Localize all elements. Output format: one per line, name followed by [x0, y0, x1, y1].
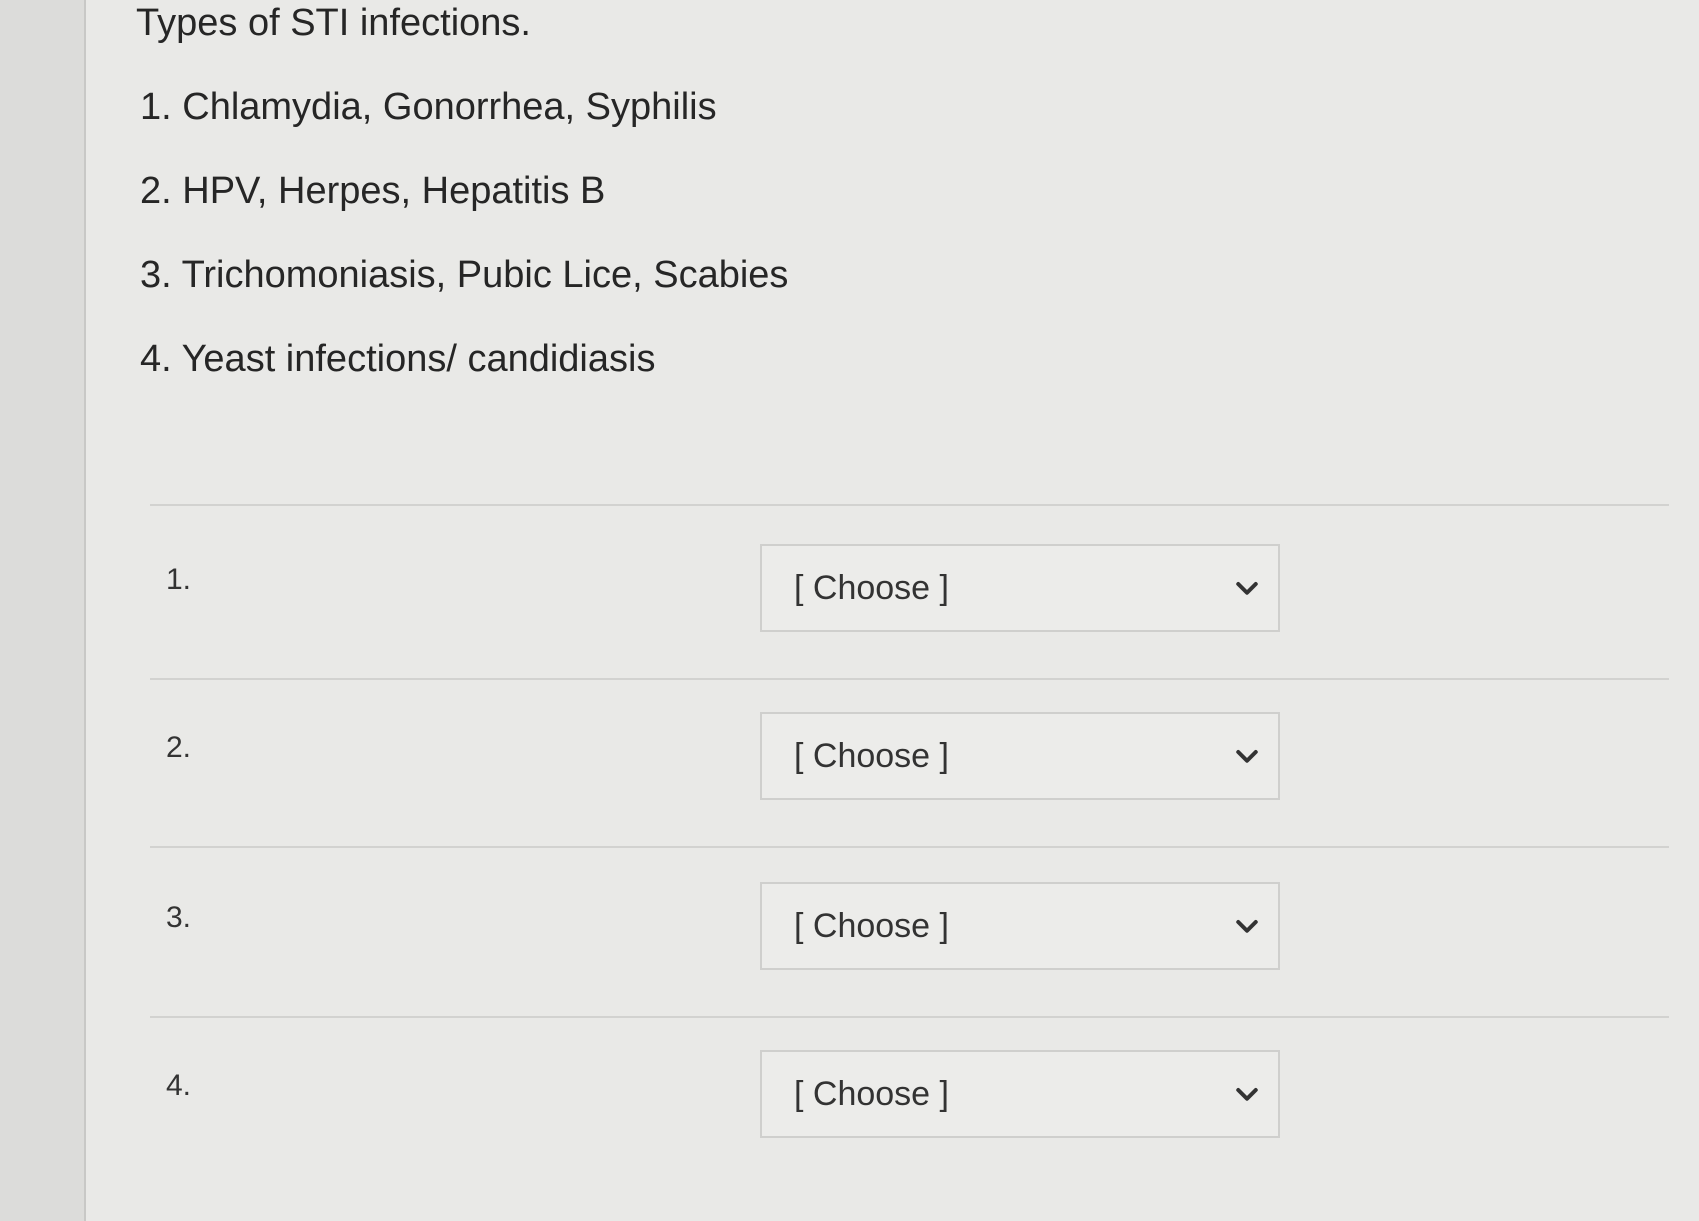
match-row-label-3: 3. [166, 901, 192, 934]
quiz-question-content: Types of STI infections. 1. Chlamydia, G… [86, 0, 1699, 1221]
answer-dropdown-2[interactable]: [ Choose ] [760, 712, 1280, 800]
left-panel-edge [0, 0, 86, 1221]
answer-dropdown-3[interactable]: [ Choose ] [760, 882, 1280, 970]
chevron-down-icon [1236, 920, 1258, 933]
dropdown-selected-value: [ Choose ] [794, 569, 949, 607]
match-row-label-2: 2. [166, 731, 192, 764]
dropdown-selected-value: [ Choose ] [794, 907, 949, 945]
chevron-down-icon [1236, 1088, 1258, 1101]
match-row-label-1: 1. [166, 563, 192, 596]
dropdown-selected-value: [ Choose ] [794, 737, 949, 775]
option-text-3: 3. Trichomoniasis, Pubic Lice, Scabies [140, 254, 789, 296]
divider [150, 1016, 1669, 1018]
option-text-4: 4. Yeast infections/ candidiasis [140, 338, 656, 380]
dropdown-selected-value: [ Choose ] [794, 1075, 949, 1113]
match-row-label-4: 4. [166, 1069, 192, 1102]
divider [150, 846, 1669, 848]
option-text-2: 2. HPV, Herpes, Hepatitis B [140, 170, 606, 212]
question-title: Types of STI infections. [136, 2, 531, 44]
answer-dropdown-4[interactable]: [ Choose ] [760, 1050, 1280, 1138]
chevron-down-icon [1236, 582, 1258, 595]
chevron-down-icon [1236, 750, 1258, 763]
option-text-1: 1. Chlamydia, Gonorrhea, Syphilis [140, 86, 717, 128]
divider [150, 504, 1669, 506]
answer-dropdown-1[interactable]: [ Choose ] [760, 544, 1280, 632]
divider [150, 678, 1669, 680]
